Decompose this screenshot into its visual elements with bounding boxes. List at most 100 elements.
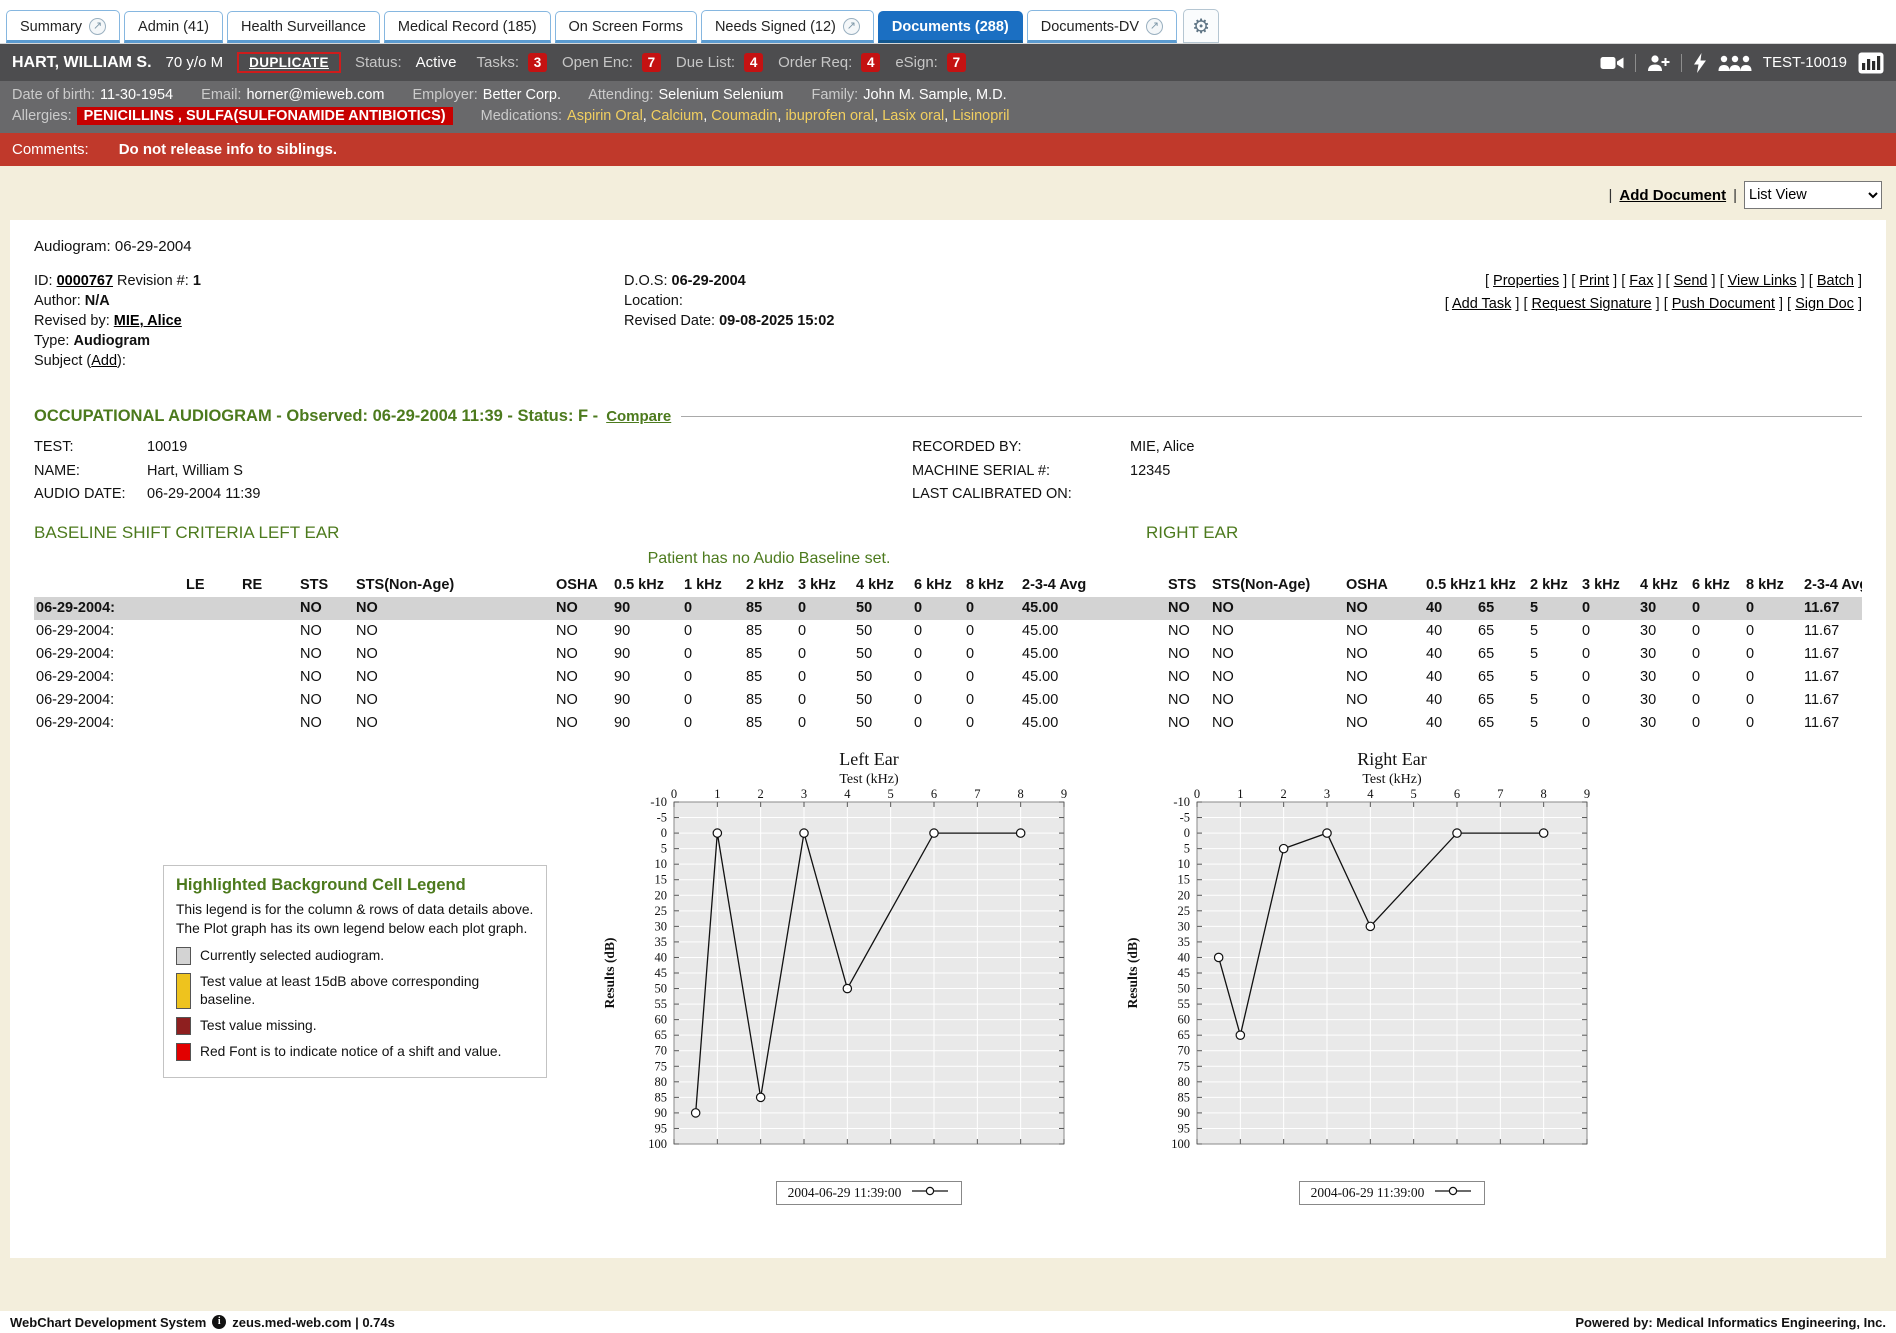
table-cell: 0	[912, 620, 964, 643]
action-sign-doc[interactable]: Sign Doc	[1795, 296, 1854, 312]
add-document-link[interactable]: Add Document	[1619, 187, 1726, 204]
table-row[interactable]: 06-29-2004:NONONO900850500045.00NONONO40…	[34, 620, 1862, 643]
table-cell: 0	[1580, 643, 1638, 666]
tab-summary[interactable]: Summary↗	[6, 10, 120, 43]
counter-badge-esign[interactable]: 7	[947, 53, 966, 72]
svg-text:15: 15	[655, 872, 668, 886]
table-cell: 0	[1690, 666, 1744, 689]
table-cell: 30	[1638, 666, 1690, 689]
action-push-document[interactable]: Push Document	[1672, 296, 1775, 312]
tab-on-screen-forms[interactable]: On Screen Forms	[555, 11, 697, 43]
external-link-icon[interactable]: ↗	[1146, 18, 1163, 35]
table-cell: 0	[912, 643, 964, 666]
medication-link[interactable]: Calcium	[651, 108, 703, 124]
table-cell: 11.67	[1802, 620, 1862, 643]
action-fax[interactable]: Fax	[1629, 273, 1653, 289]
tab-medical-record[interactable]: Medical Record (185)	[384, 11, 551, 43]
video-camera-icon[interactable]	[1600, 55, 1624, 71]
svg-text:40: 40	[1178, 950, 1191, 964]
action-properties[interactable]: Properties	[1493, 273, 1559, 289]
table-cell: 30	[1638, 689, 1690, 712]
tab-needs-signed[interactable]: Needs Signed (12)↗	[701, 10, 874, 43]
table-cell	[240, 620, 298, 643]
svg-text:5: 5	[888, 788, 894, 801]
table-cell: 11.67	[1802, 712, 1862, 735]
counter-badge-open-enc[interactable]: 7	[642, 53, 661, 72]
location-label: Location:	[624, 293, 683, 309]
medication-link[interactable]: Aspirin Oral	[567, 108, 643, 124]
settings-gear-button[interactable]: ⚙	[1183, 9, 1219, 43]
table-cell	[240, 689, 298, 712]
action-batch[interactable]: Batch	[1817, 273, 1854, 289]
counter-badge-order-req[interactable]: 4	[861, 53, 880, 72]
medication-link[interactable]: ibuprofen oral	[785, 108, 874, 124]
table-cell: 85	[744, 620, 796, 643]
revised-by-link[interactable]: MIE, Alice	[114, 313, 182, 329]
svg-text:50: 50	[655, 981, 668, 995]
table-cell: 0	[1580, 597, 1638, 620]
svg-text:20: 20	[1178, 888, 1191, 902]
medication-link[interactable]: Lisinopril	[952, 108, 1009, 124]
tab-health-surveillance[interactable]: Health Surveillance	[227, 11, 380, 43]
info-value: Hart, William S	[147, 460, 912, 484]
add-user-icon[interactable]	[1647, 54, 1670, 72]
table-cell: 0	[796, 666, 854, 689]
info-icon[interactable]: i	[212, 1315, 226, 1329]
table-cell: 11.67	[1802, 643, 1862, 666]
svg-text:90: 90	[1178, 1105, 1191, 1119]
svg-text:1: 1	[714, 788, 720, 801]
external-link-icon[interactable]: ↗	[89, 18, 106, 35]
table-cell: 85	[744, 597, 796, 620]
table-cell: 5	[1528, 643, 1580, 666]
table-cell: 90	[612, 689, 682, 712]
patient-header-bar: HART, WILLIAM S. 70 y/o M DUPLICATE Stat…	[0, 44, 1896, 81]
dob-label: Date of birth:	[12, 87, 95, 103]
action-view-links[interactable]: View Links	[1728, 273, 1797, 289]
counter-badge-due-list[interactable]: 4	[744, 53, 763, 72]
lightning-icon[interactable]	[1693, 53, 1707, 73]
table-cell: 40	[1424, 666, 1476, 689]
table-cell: NO	[554, 620, 612, 643]
table-cell: 65	[1476, 666, 1528, 689]
view-select[interactable]: List View	[1744, 181, 1882, 209]
tab-documents[interactable]: Documents (288)	[878, 11, 1023, 43]
subject-add-link[interactable]: Add	[91, 353, 117, 369]
column-header: 0.5 kHz	[1424, 574, 1476, 597]
svg-text:75: 75	[1178, 1059, 1191, 1073]
action-send[interactable]: Send	[1674, 273, 1708, 289]
compare-link[interactable]: Compare	[606, 408, 671, 425]
table-cell: 45.00	[1020, 666, 1166, 689]
table-row[interactable]: 06-29-2004:NONONO900850500045.00NONONO40…	[34, 712, 1862, 735]
table-row[interactable]: 06-29-2004:NONONO900850500045.00NONONO40…	[34, 643, 1862, 666]
users-icon[interactable]	[1718, 54, 1752, 72]
table-row[interactable]: 06-29-2004:NONONO900850500045.00NONONO40…	[34, 666, 1862, 689]
document-id-link[interactable]: 0000767	[57, 273, 113, 289]
table-cell: 0	[1580, 689, 1638, 712]
allergies-value[interactable]: PENICILLINS , SULFA(SULFONAMIDE ANTIBIOT…	[77, 107, 453, 125]
svg-text:4: 4	[1367, 788, 1374, 801]
table-cell: 85	[744, 666, 796, 689]
medication-link[interactable]: Coumadin	[711, 108, 777, 124]
table-row[interactable]: 06-29-2004:NONONO900850500045.00NONONO40…	[34, 597, 1862, 620]
tab-label: Medical Record (185)	[398, 19, 537, 35]
counter-badge-tasks[interactable]: 3	[528, 53, 547, 72]
duplicate-flag[interactable]: DUPLICATE	[237, 52, 341, 73]
table-cell: 0	[964, 689, 1020, 712]
table-cell: 0	[1744, 597, 1802, 620]
action-request-signature[interactable]: Request Signature	[1532, 296, 1652, 312]
table-row[interactable]: 06-29-2004:NONONO900850500045.00NONONO40…	[34, 689, 1862, 712]
external-link-icon[interactable]: ↗	[843, 18, 860, 35]
table-cell: NO	[1166, 712, 1210, 735]
tab-admin[interactable]: Admin (41)	[124, 11, 223, 43]
action-add-task[interactable]: Add Task	[1452, 296, 1511, 312]
chart-icon[interactable]	[1858, 52, 1884, 74]
action-print[interactable]: Print	[1579, 273, 1609, 289]
svg-text:2: 2	[1281, 788, 1287, 801]
legend-item: Test value missing.	[176, 1017, 534, 1035]
email-value[interactable]: horner@mieweb.com	[246, 87, 384, 103]
right-ear-section-title: RIGHT EAR	[1146, 523, 1238, 543]
tab-documents-dv[interactable]: Documents-DV↗	[1027, 10, 1177, 43]
audiogram-header: OCCUPATIONAL AUDIOGRAM - Observed: 06-29…	[34, 407, 1862, 426]
table-cell: 65	[1476, 712, 1528, 735]
medication-link[interactable]: Lasix oral	[882, 108, 944, 124]
